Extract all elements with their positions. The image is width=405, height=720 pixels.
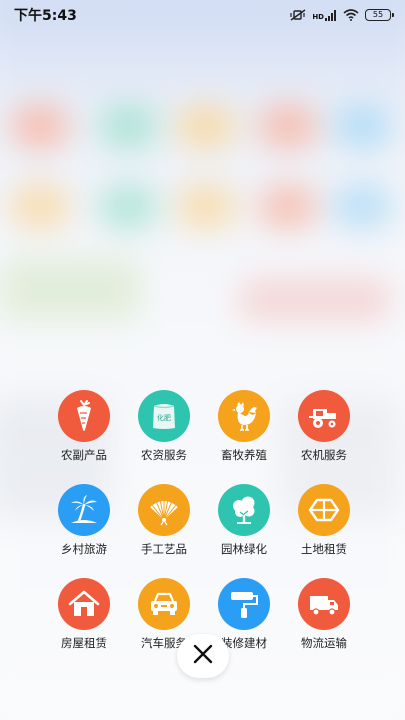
category-label: 园林绿化 xyxy=(221,542,267,556)
category-tile-livestock[interactable]: 畜牧养殖 xyxy=(204,390,284,463)
fan-icon xyxy=(138,484,190,536)
tree-icon xyxy=(218,484,270,536)
category-tile-agri-products[interactable]: 农副产品 xyxy=(44,390,124,463)
paint-roller-icon xyxy=(218,578,270,630)
palm-tree-icon xyxy=(58,484,110,536)
rooster-icon xyxy=(218,390,270,442)
status-time: 下午5:43 xyxy=(14,8,77,24)
network-type: HD xyxy=(312,12,324,21)
category-grid: 农副产品 化肥 农资服务 畜牧养殖 农机服务 乡村旅游 手工艺品 园林绿化 土地… xyxy=(44,390,364,651)
category-label: 物流运输 xyxy=(301,636,347,650)
category-tile-agri-supplies[interactable]: 化肥 农资服务 xyxy=(124,390,204,463)
category-tile-land-lease[interactable]: 土地租赁 xyxy=(284,484,364,557)
house-icon xyxy=(58,578,110,630)
battery-icon: 55 xyxy=(365,9,394,21)
category-label: 房屋租赁 xyxy=(61,636,107,650)
signal-icon: HD xyxy=(312,9,337,21)
category-tile-landscaping[interactable]: 园林绿化 xyxy=(204,484,284,557)
category-label: 土地租赁 xyxy=(301,542,347,556)
fertilizer-bag-icon: 化肥 xyxy=(138,390,190,442)
land-plots-icon xyxy=(298,484,350,536)
fertilizer-badge-text: 化肥 xyxy=(157,413,171,422)
category-tile-machinery[interactable]: 农机服务 xyxy=(284,390,364,463)
status-icons: HD 55 xyxy=(290,6,394,25)
category-label: 畜牧养殖 xyxy=(221,448,267,462)
truck-icon xyxy=(298,578,350,630)
category-label: 农资服务 xyxy=(141,448,187,462)
mute-vibrate-icon xyxy=(290,6,306,25)
category-label: 手工艺品 xyxy=(141,542,187,556)
carrot-icon xyxy=(58,390,110,442)
category-tile-logistics[interactable]: 物流运输 xyxy=(284,578,364,651)
wifi-icon xyxy=(343,6,359,25)
category-tile-rural-tourism[interactable]: 乡村旅游 xyxy=(44,484,124,557)
status-bar: 下午5:43 HD 55 xyxy=(0,0,405,30)
category-tile-handicrafts[interactable]: 手工艺品 xyxy=(124,484,204,557)
close-button[interactable] xyxy=(177,634,229,678)
category-label: 农机服务 xyxy=(301,448,347,462)
category-tile-house-rental[interactable]: 房屋租赁 xyxy=(44,578,124,651)
category-label: 农副产品 xyxy=(61,448,107,462)
tractor-icon xyxy=(298,390,350,442)
car-icon xyxy=(138,578,190,630)
category-label: 乡村旅游 xyxy=(61,542,107,556)
close-icon xyxy=(192,643,214,669)
